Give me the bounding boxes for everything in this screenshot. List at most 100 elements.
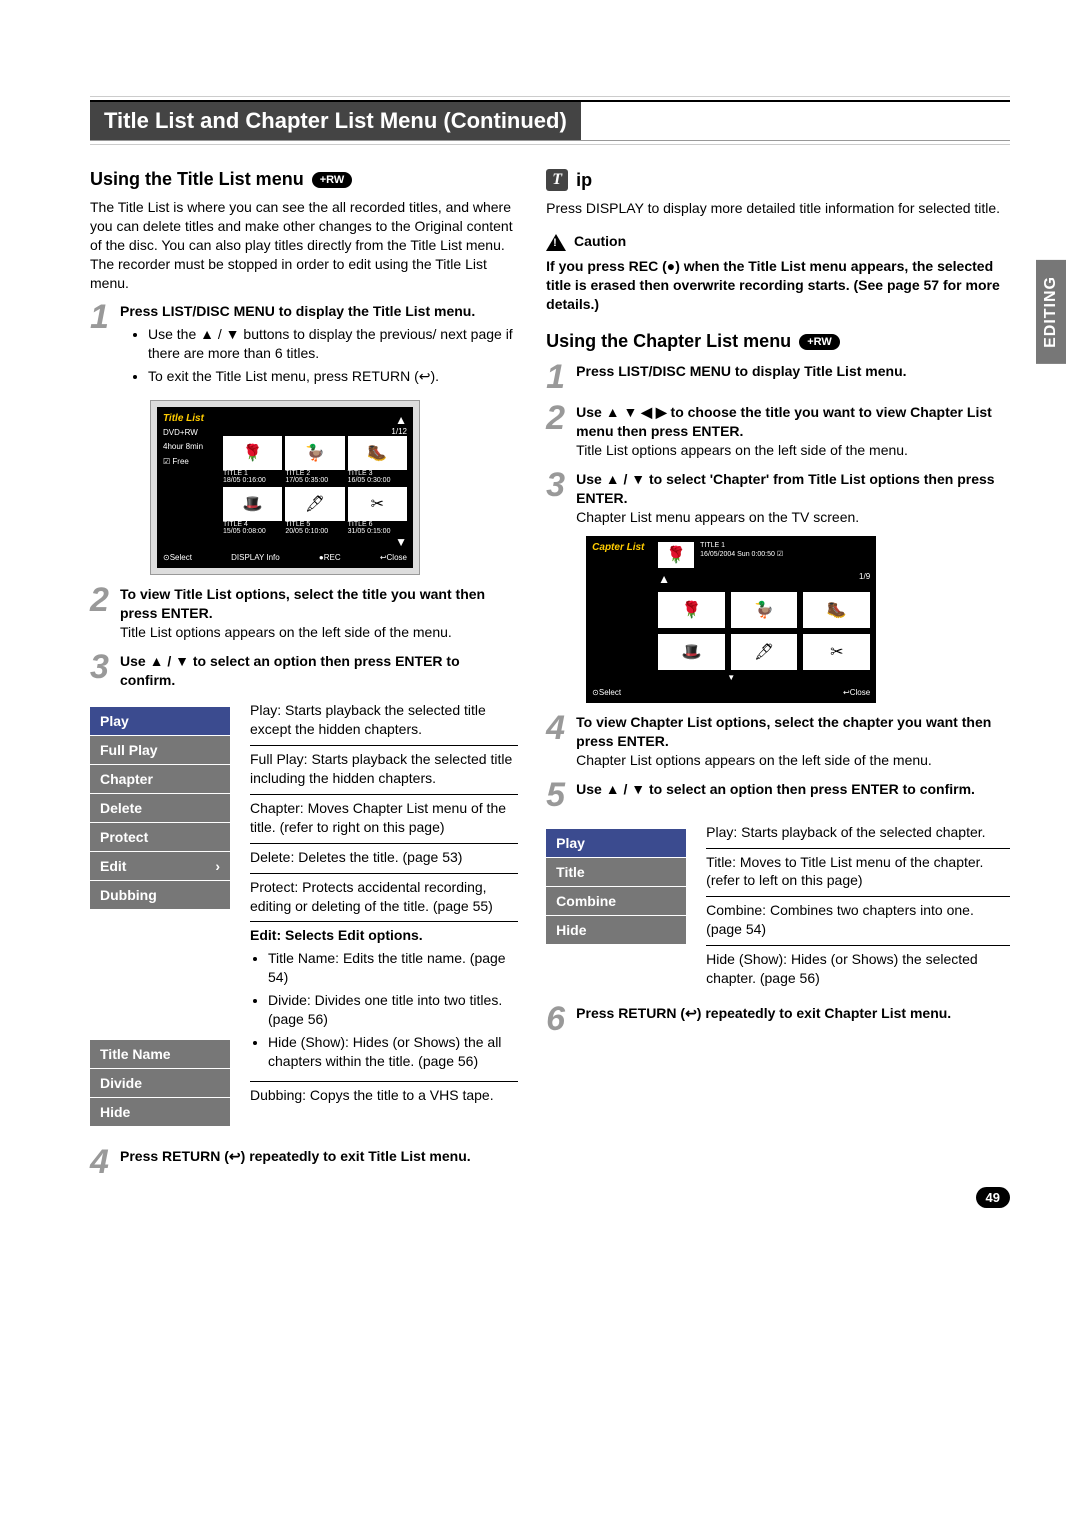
tip-heading: T ip	[546, 169, 1010, 191]
ss2-thumb: 🦆	[731, 592, 798, 628]
title-bar: Title List and Chapter List Menu (Contin…	[90, 100, 1010, 141]
step2-bold: To view Title List options, select the t…	[120, 586, 485, 621]
opt-edit-b3: Hide (Show): Hides (or Shows) the all ch…	[268, 1033, 518, 1071]
left-step-2: 2 To view Title List options, select the…	[90, 585, 518, 642]
ss-cap: TITLE 3	[348, 470, 407, 477]
menu-item-titlename: Title Name	[90, 1040, 230, 1069]
r-step5-bold: Use ▲ / ▼ to select an option then press…	[576, 781, 975, 797]
ss2-thumb0: 🌹	[658, 542, 694, 568]
title-list-menu: Play Full Play Chapter Delete Protect Ed…	[90, 707, 230, 910]
caution-text: If you press REC (●) when the Title List…	[546, 257, 1010, 314]
opt-edit-b2: Divide: Divides one title into two title…	[268, 991, 518, 1029]
page-number: 49	[976, 1187, 1010, 1208]
menu-item-delete: Delete	[90, 794, 230, 823]
left-step-4: 4 Press RETURN (↩) repeatedly to exit Ti…	[90, 1147, 518, 1178]
page-title: Title List and Chapter List Menu (Contin…	[90, 102, 581, 140]
step1-bullet-2: To exit the Title List menu, press RETUR…	[148, 367, 518, 386]
menu-item-fullplay: Full Play	[90, 736, 230, 765]
step-number-icon: 3	[90, 652, 114, 690]
ss-cap-meta: 16/05 0:30:00	[348, 477, 407, 484]
menu-item-hide: Hide	[90, 1098, 230, 1127]
ss2-thumb: 🌹	[658, 592, 725, 628]
r-step4-text: Chapter List options appears on the left…	[576, 752, 932, 768]
ss-foot-rec: ●REC	[319, 553, 341, 562]
right-step-2: 2 Use ▲ ▼ ◀ ▶ to choose the title you wa…	[546, 403, 1010, 460]
right-step-1: 1 Press LIST/DISC MENU to display Title …	[546, 362, 1010, 393]
step-number-icon: 6	[546, 1004, 570, 1035]
menu-item-hide: Hide	[546, 916, 686, 945]
tip-label: ip	[576, 170, 592, 191]
ss-cap: TITLE 1	[223, 470, 282, 477]
menu-item-chapter: Chapter	[90, 765, 230, 794]
ss-foot-info: DISPLAY Info	[231, 553, 280, 562]
menu-item-edit: Edit›	[90, 852, 230, 881]
opt-edit-b1: Title Name: Edits the title name. (page …	[268, 949, 518, 987]
right-step-3: 3 Use ▲ / ▼ to select 'Chapter' from Tit…	[546, 470, 1010, 527]
r-opt-title: Title: Moves to Title List menu of the c…	[706, 849, 1010, 898]
step-number-icon: 2	[90, 585, 114, 642]
r-opt-play: Play: Starts playback of the selected ch…	[706, 819, 1010, 849]
r-step3-bold: Use ▲ / ▼ to select 'Chapter' from Title…	[576, 471, 994, 506]
ss-cap-meta: 31/05 0:15:00	[348, 528, 407, 535]
step-number-icon: 2	[546, 403, 570, 460]
ss2-thumb: 🖋	[731, 634, 798, 670]
ss-cap: TITLE 2	[285, 470, 344, 477]
step-number-icon: 4	[546, 713, 570, 770]
ss-count: 1/12	[223, 427, 407, 436]
chapter-list-menu: Play Title Combine Hide	[546, 829, 686, 984]
ss2-thumb: 🥾	[803, 592, 870, 628]
ss-thumb: 🖋	[285, 487, 344, 521]
ss-foot-select: ⊙Select	[163, 553, 192, 562]
tip-text: Press DISPLAY to display more detailed t…	[546, 199, 1010, 218]
step2-text: Title List options appears on the left s…	[120, 624, 452, 640]
right-step-4: 4 To view Chapter List options, select t…	[546, 713, 1010, 770]
ss-cap-meta: 15/05 0:08:00	[223, 528, 282, 535]
ss-thumb: 🎩	[223, 487, 282, 521]
r-step3-text: Chapter List menu appears on the TV scre…	[576, 509, 859, 525]
opt-dubbing: Dubbing: Copys the title to a VHS tape.	[250, 1082, 518, 1111]
ss-up-arrow-icon: ▲	[223, 413, 407, 427]
ss-thumb: 🦆	[285, 436, 344, 470]
r-opt-combine: Combine: Combines two chapters into one.…	[706, 897, 1010, 946]
ss-cap: TITLE 5	[285, 521, 344, 528]
heading-text: Using the Title List menu	[90, 169, 304, 190]
heading-chapter-list: Using the Chapter List menu +RW	[546, 331, 1010, 352]
ss-cap: TITLE 4	[223, 521, 282, 528]
step1-bullet-1: Use the ▲ / ▼ buttons to display the pre…	[148, 325, 518, 363]
step3-bold: Use ▲ / ▼ to select an option then press…	[120, 653, 460, 688]
step-number-icon: 3	[546, 470, 570, 527]
opt-edit: Edit: Selects Edit options. Title Name: …	[250, 922, 518, 1081]
ss-cap-meta: 20/05 0:10:00	[285, 528, 344, 535]
ss-foot-close: ↩Close	[380, 553, 407, 562]
right-step-5: 5 Use ▲ / ▼ to select an option then pre…	[546, 780, 1010, 811]
r-step2-bold: Use ▲ ▼ ◀ ▶ to choose the title you want…	[576, 404, 992, 439]
ss-title: Title List	[163, 413, 223, 424]
r-opt-hide: Hide (Show): Hides (or Shows) the select…	[706, 946, 1010, 994]
heading-title-list: Using the Title List menu +RW	[90, 169, 518, 190]
side-tab-editing: EDITING	[1036, 260, 1066, 364]
ss-cap: TITLE 6	[348, 521, 407, 528]
edit-submenu: Title Name Divide Hide	[90, 1040, 230, 1127]
ss2-title: Capter List	[592, 542, 652, 553]
chapter-list-screenshot: Capter List 🌹 TITLE 1 16/05/2004 Sun 0:0…	[586, 536, 876, 703]
ss-dvd-label: DVD+RW	[163, 428, 223, 438]
menu-item-protect: Protect	[90, 823, 230, 852]
ss-cap-meta: 18/05 0:16:00	[223, 477, 282, 484]
step4-bold: Press RETURN (↩) repeatedly to exit Titl…	[120, 1148, 471, 1164]
tip-icon: T	[546, 169, 568, 191]
heading-text: Using the Chapter List menu	[546, 331, 791, 352]
ss2-up-arrow-icon: ▲	[658, 572, 670, 586]
ss2-thumb: ✂	[803, 634, 870, 670]
ss-thumb: ✂	[348, 487, 407, 521]
r-step6-bold: Press RETURN (↩) repeatedly to exit Chap…	[576, 1005, 951, 1021]
title-list-screenshot: Title List DVD+RW 4hour 8min ☑ Free ▲ 1/…	[150, 400, 420, 575]
ss2-foot-select: ⊙Select	[592, 688, 621, 697]
opt-fullplay: Full Play: Starts playback the selected …	[250, 746, 518, 795]
menu-item-play: Play	[90, 707, 230, 736]
ss-free-label: ☑ Free	[163, 457, 223, 467]
caution-label: Caution	[574, 233, 626, 249]
step-number-icon: 5	[546, 780, 570, 811]
menu-item-edit-label: Edit	[100, 858, 126, 874]
step-number-icon: 1	[90, 302, 114, 390]
step1-bold: Press LIST/DISC MENU to display the Titl…	[120, 303, 475, 319]
